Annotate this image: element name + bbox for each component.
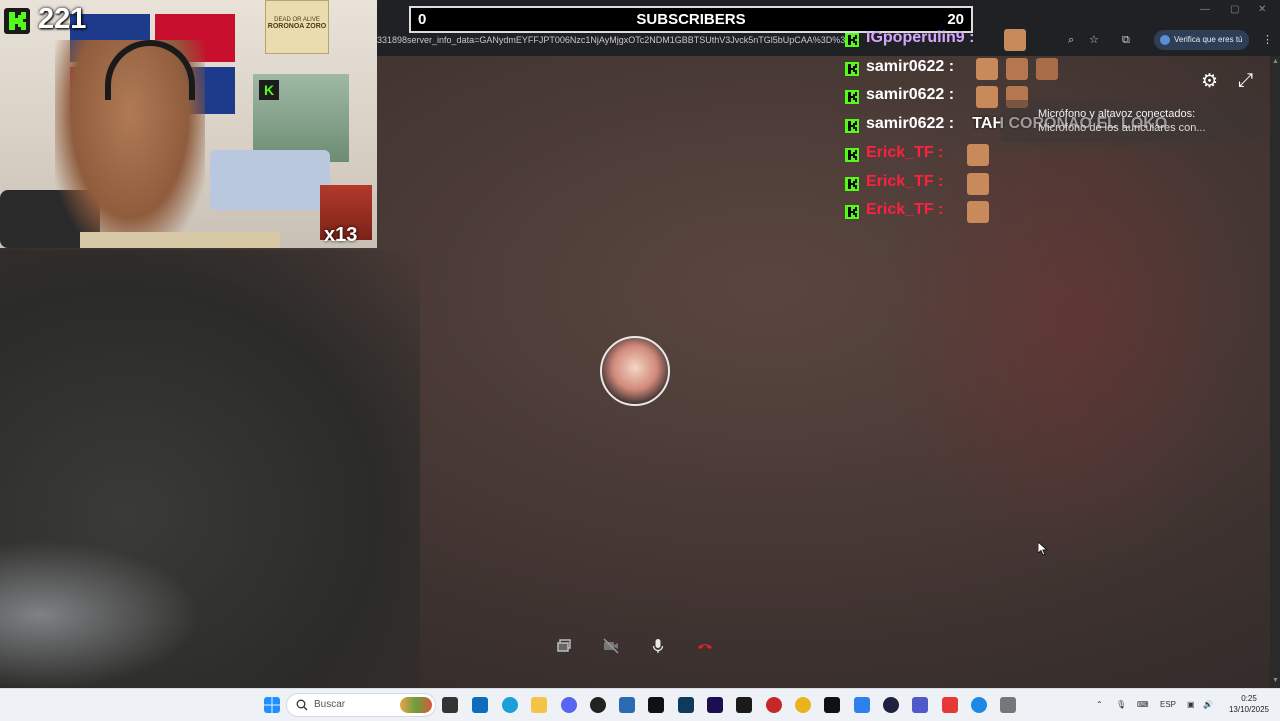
- kick-badge-icon: [845, 33, 859, 47]
- search-placeholder: Buscar: [314, 699, 346, 710]
- search-icon: [296, 699, 308, 711]
- app-icon[interactable]: [619, 697, 635, 713]
- scroll-down-icon[interactable]: ▼: [1272, 677, 1279, 684]
- viewer-count: 221: [38, 3, 87, 35]
- page-scrollbar[interactable]: [1270, 56, 1280, 688]
- kick-badge-icon: K: [259, 80, 279, 100]
- webcam-overlay: DEAD OR ALIVE RORONOA ZORO K 221 x13: [0, 0, 377, 248]
- mic-notification: Micrófono y altavoz conectados: Micrófon…: [1000, 100, 1258, 142]
- clock-time: 0:25: [1241, 694, 1257, 703]
- zoom-icon[interactable]: ⌕: [1068, 31, 1074, 49]
- chat-username[interactable]: Erick_TF :: [866, 201, 943, 219]
- background-blur-light: [0, 540, 200, 690]
- wanted-poster: DEAD OR ALIVE RORONOA ZORO: [265, 0, 329, 54]
- app-blue-icon[interactable]: [971, 697, 987, 713]
- chat-username[interactable]: samir0622 :: [866, 115, 954, 133]
- chat-emote-icon: [967, 172, 989, 195]
- chat-username[interactable]: Erick_TF :: [866, 144, 943, 162]
- tiktok-icon[interactable]: [824, 697, 840, 713]
- microphone-icon: [652, 639, 664, 653]
- windows-start-icon[interactable]: [264, 697, 280, 713]
- chat-username[interactable]: Erick_TF :: [866, 173, 943, 191]
- search-highlight-icon[interactable]: [400, 697, 432, 713]
- maximize-icon[interactable]: ▢: [1230, 4, 1239, 15]
- tray-chevron-icon[interactable]: ⌃: [1096, 689, 1103, 721]
- kick-badge-icon: [845, 90, 859, 105]
- language-indicator[interactable]: ESP: [1160, 689, 1176, 721]
- desk: [80, 232, 280, 248]
- chat-emote-icon: [1004, 29, 1027, 51]
- tray-mic-icon[interactable]: 🎙: [1116, 689, 1126, 721]
- window-app-icon[interactable]: [854, 697, 870, 713]
- chat-emote-icon: [967, 143, 989, 166]
- verify-button[interactable]: Verifica que eres tú: [1154, 30, 1249, 50]
- epic-games-icon[interactable]: [648, 697, 664, 713]
- fullscreen-icon[interactable]: ⤢: [1238, 70, 1253, 92]
- app-grey-icon[interactable]: [1000, 697, 1016, 713]
- taskbar: Buscar ⌃ 🎙 ⌨ ESP ▣ 🔊 0:25 13/10/2025: [0, 688, 1280, 721]
- app-dark-icon[interactable]: [883, 697, 899, 713]
- verify-icon: [1160, 35, 1170, 45]
- extensions-icon[interactable]: ⧉: [1122, 31, 1130, 49]
- anime-poster: K: [253, 74, 349, 162]
- chat-emote-icon: [967, 201, 989, 224]
- obs-icon[interactable]: [590, 697, 606, 713]
- address-bar[interactable]: 331898server_info_data=GANydmEYFFJPT006N…: [377, 31, 847, 49]
- teams-icon[interactable]: [912, 697, 928, 713]
- camera-off-icon: [603, 638, 619, 654]
- chat-username[interactable]: IGpoperulin9 :: [866, 29, 974, 47]
- menu-dots-icon[interactable]: ⋮: [1262, 31, 1273, 49]
- end-call-button[interactable]: [691, 632, 719, 660]
- kick-badge-icon: [845, 147, 859, 162]
- notification-line1: Micrófono y altavoz conectados:: [1038, 108, 1196, 120]
- settings-gear-icon[interactable]: ⚙: [1201, 70, 1218, 93]
- kick-logo-icon: [4, 8, 30, 34]
- emote-multiplier: x13: [324, 224, 358, 246]
- clock-date: 13/10/2025: [1228, 705, 1270, 714]
- capcut-icon[interactable]: [678, 697, 694, 713]
- subscribers-goal: 20: [947, 11, 964, 28]
- chat-username[interactable]: samir0622 :: [866, 86, 954, 104]
- screen-share-button[interactable]: [550, 632, 578, 660]
- premiere-icon[interactable]: [707, 697, 723, 713]
- chat-emote-icon: [1006, 57, 1029, 80]
- microphone-button[interactable]: [644, 632, 672, 660]
- camera-off-button[interactable]: [597, 632, 625, 660]
- scroll-up-icon[interactable]: ▲: [1272, 58, 1279, 65]
- taskbar-clock[interactable]: 0:25 13/10/2025: [1222, 693, 1276, 715]
- hang-up-icon: [698, 644, 712, 649]
- chat-username[interactable]: samir0622 :: [866, 58, 954, 76]
- app-red-icon[interactable]: [766, 697, 782, 713]
- kick-badge-icon: [845, 61, 859, 76]
- poster-name: RORONOA ZORO: [267, 23, 327, 30]
- caller-avatar: [600, 336, 670, 406]
- kick-badge-icon: [845, 119, 859, 134]
- discord-icon[interactable]: [561, 697, 577, 713]
- kick-studio-icon[interactable]: [736, 697, 752, 713]
- edge-icon[interactable]: [502, 697, 518, 713]
- bed: [210, 150, 330, 210]
- chrome-icon[interactable]: [795, 697, 811, 713]
- chat-emote-icon: [976, 57, 999, 80]
- tray-network-icon[interactable]: ▣: [1187, 689, 1195, 721]
- chat-emote-icon: [1036, 57, 1059, 80]
- chat-emote-icon: [976, 86, 999, 109]
- notification-line2: Micrófono de los auriculares con...: [1038, 122, 1206, 134]
- kick-badge-icon: [845, 176, 859, 191]
- tray-volume-icon[interactable]: 🔊: [1203, 689, 1213, 721]
- subscribers-label: SUBSCRIBERS: [636, 11, 746, 28]
- minimize-icon[interactable]: —: [1200, 4, 1210, 15]
- tray-keyboard-icon[interactable]: ⌨: [1137, 689, 1149, 721]
- file-explorer-icon[interactable]: [531, 697, 547, 713]
- verify-label: Verifica que eres tú: [1174, 35, 1243, 44]
- close-icon[interactable]: ✕: [1258, 4, 1266, 15]
- screen-share-icon: [557, 639, 571, 652]
- app-red-square-icon[interactable]: [942, 697, 958, 713]
- task-view-icon[interactable]: [442, 697, 458, 713]
- kick-badge-icon: [845, 205, 859, 220]
- store-icon[interactable]: [472, 697, 488, 713]
- mouse-cursor-icon: [1038, 542, 1048, 556]
- bookmark-star-icon[interactable]: ☆: [1089, 31, 1099, 49]
